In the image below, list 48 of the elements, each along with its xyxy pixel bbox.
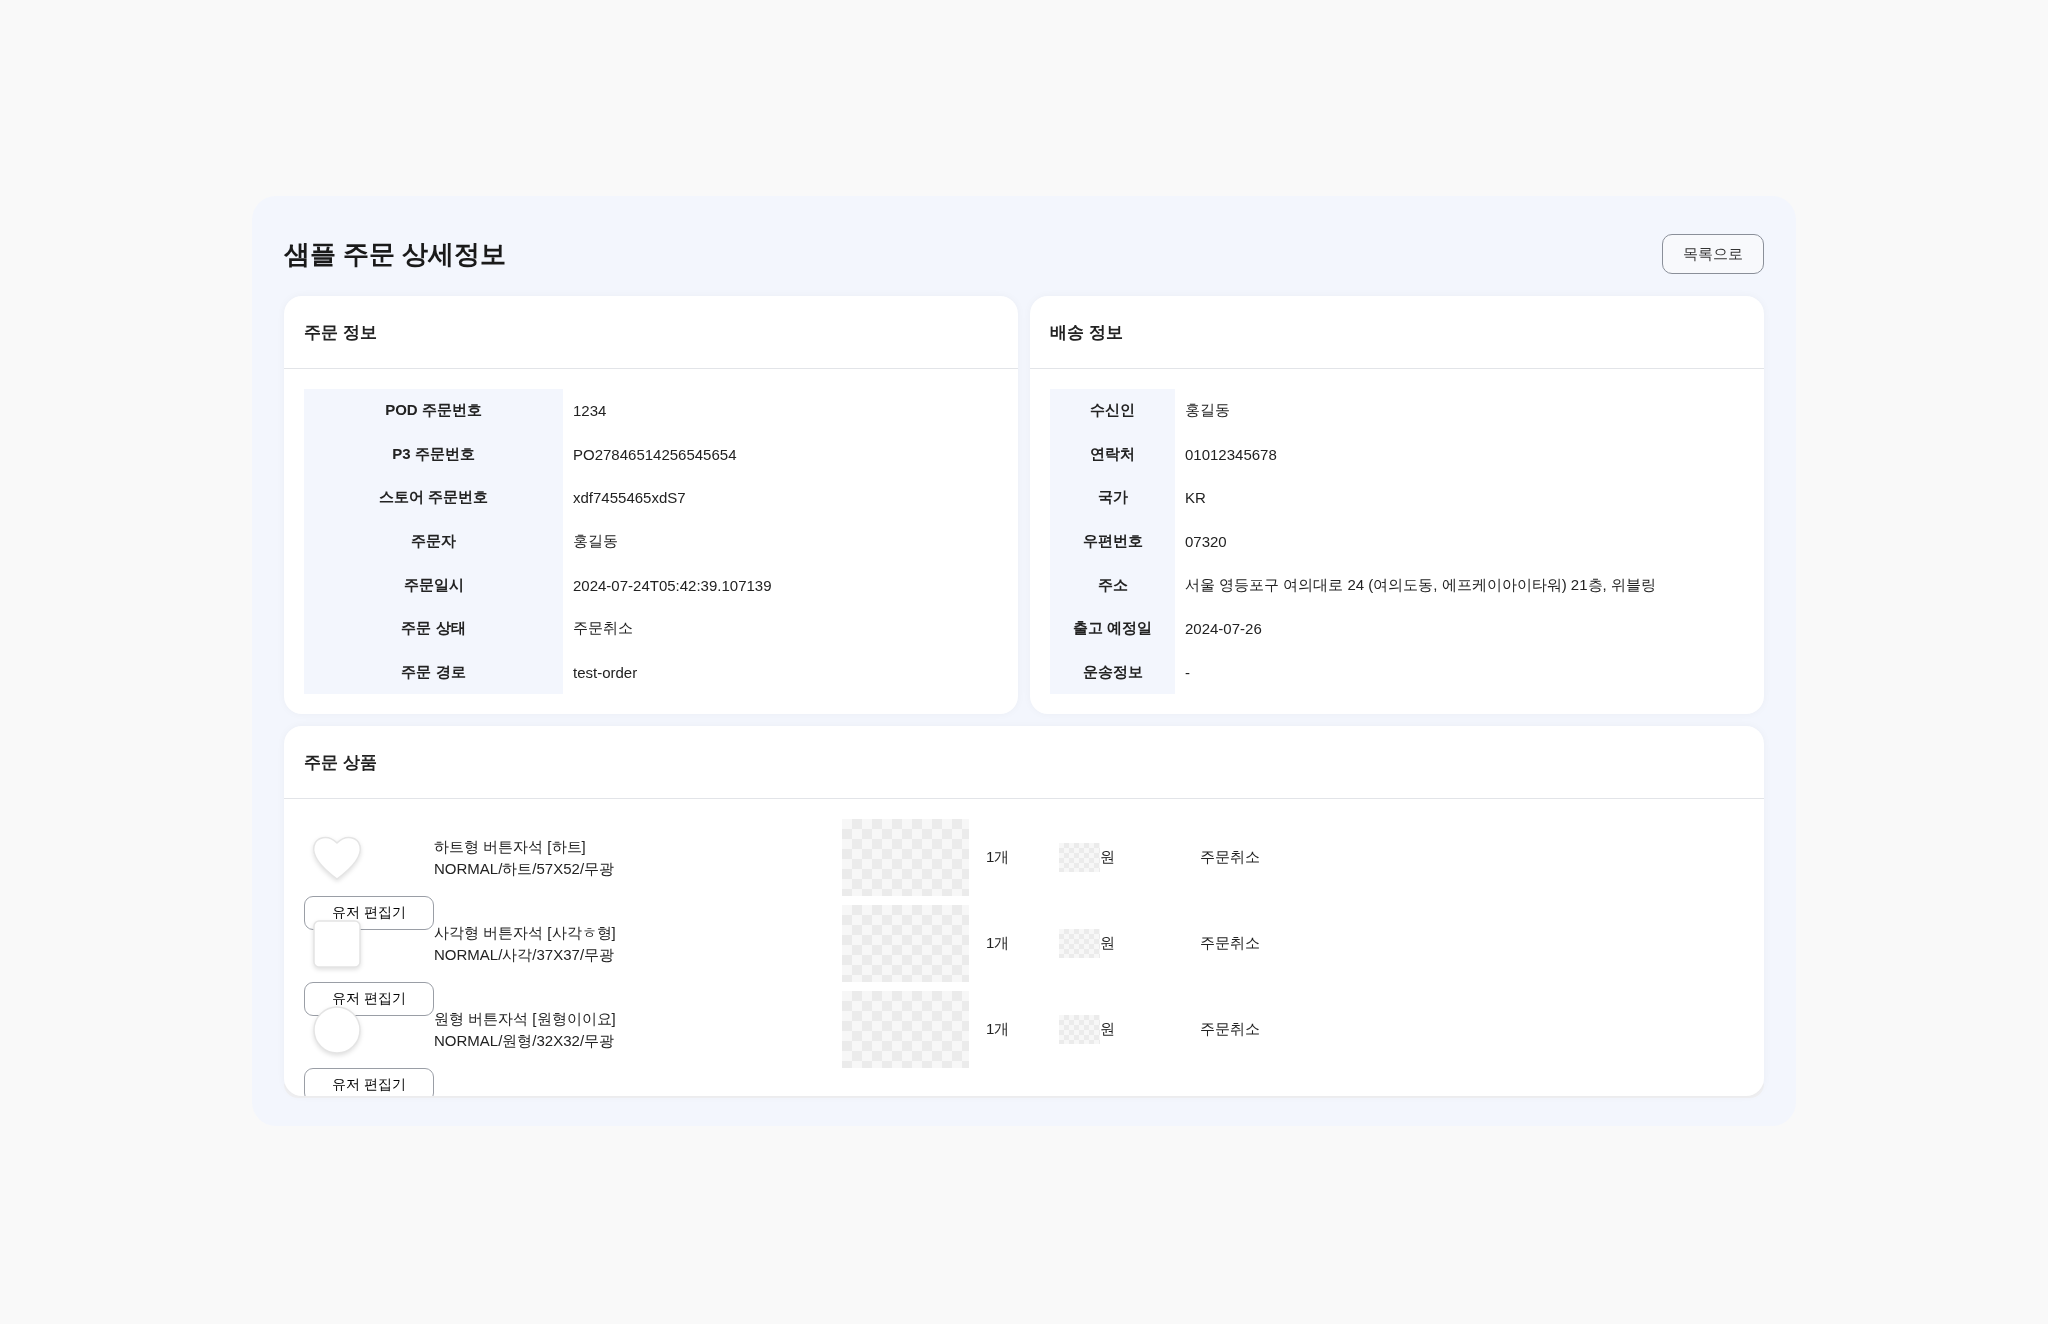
field-label: 출고 예정일 [1050,606,1175,651]
field-label: 주문일시 [304,563,563,607]
field-value: PO27846514256545654 [572,444,738,465]
price-unit: 원 [1100,848,1115,868]
field-value: 홍길동 [572,531,619,552]
field-value: 주문취소 [572,618,634,639]
user-editor-button[interactable]: 유저 편집기 [304,982,434,1017]
back-to-list-button[interactable]: 목록으로 [1662,234,1764,274]
field-label: POD 주문번호 [304,389,563,433]
product-name: 사각형 버튼자석 [사각ㅎ형] NORMAL/사각/37X37/무광 [434,922,617,965]
product-name: 원형 버튼자석 [원형이이요] NORMAL/원형/32X32/무광 [434,1008,617,1051]
product-name: 하트형 버튼자석 [하트] NORMAL/하트/57X52/무광 [434,836,616,879]
card-title: 주문 정보 [284,296,1018,369]
field-value: 2024-07-26 [1184,619,1263,640]
price-unit: 원 [1100,934,1115,954]
quantity-text: 1개 [985,848,1011,868]
field-label: 주소 [1050,563,1175,607]
field-value: 2024-07-24T05:42:39.107139 [572,575,773,596]
field-label: 수신인 [1050,389,1175,433]
field-value: 홍길동 [1184,400,1231,421]
field-label: 연락처 [1050,432,1175,477]
quantity-text: 1개 [985,1020,1011,1040]
user-editor-button[interactable]: 유저 편집기 [304,896,434,931]
field-value: xdf7455465xdS7 [572,488,687,509]
field-label: 주문 상태 [304,606,563,651]
field-label: 스토어 주문번호 [304,476,563,520]
field-value: 서울 영등포구 여의대로 24 (여의도동, 에프케이아이타워) 21층, 위블링 [1184,574,1657,595]
field-value: 07320 [1184,532,1228,553]
field-label: P3 주문번호 [304,432,563,477]
card-title: 배송 정보 [1030,296,1764,369]
field-label: 주문자 [304,519,563,564]
order-status: 주문취소 [1200,934,1261,954]
field-value: test-order [572,662,639,683]
field-label: 운송정보 [1050,650,1175,695]
field-label: 국가 [1050,476,1175,520]
field-value: 01012345678 [1184,444,1278,465]
order-status: 주문취소 [1200,1020,1261,1040]
order-status: 주문취소 [1200,848,1261,868]
field-value: - [1184,662,1191,683]
field-label: 우편번호 [1050,519,1175,564]
user-editor-button[interactable]: 유저 편집기 [304,1068,434,1097]
card-title: 주문 상품 [284,726,1764,800]
field-value: 1234 [572,401,608,422]
page-title: 샘플 주문 상세정보 [284,237,507,271]
field-label: 주문 경로 [304,650,563,695]
field-value: KR [1184,488,1207,509]
quantity-text: 1개 [985,934,1011,954]
price-unit: 원 [1100,1020,1115,1040]
